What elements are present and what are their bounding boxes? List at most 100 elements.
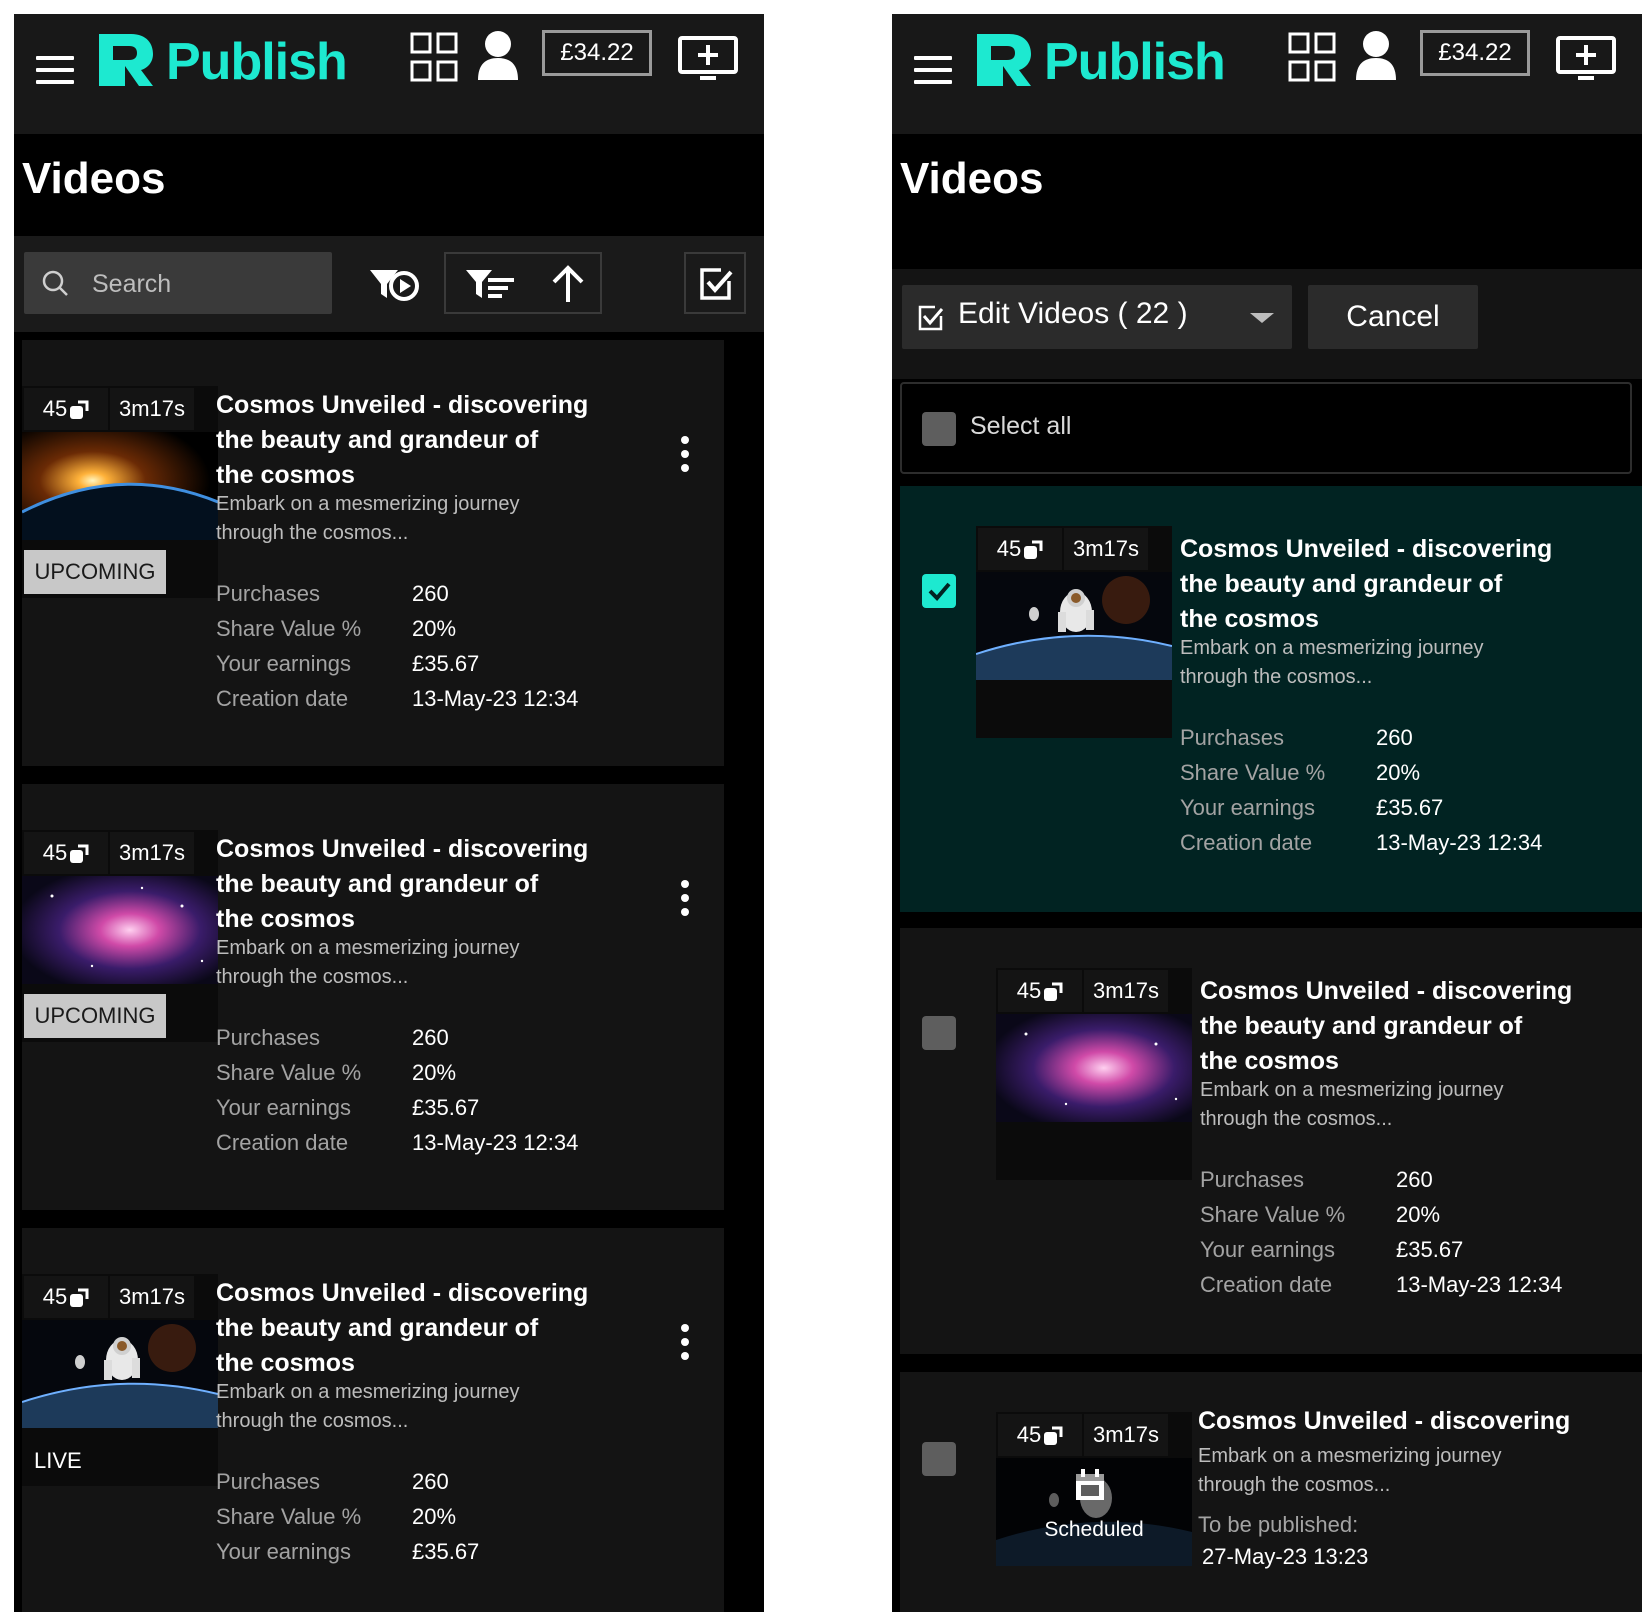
share-icon <box>1044 1426 1063 1446</box>
logo-text: Publish <box>166 33 348 91</box>
sort-filter-icon[interactable] <box>464 268 516 300</box>
sort-controls <box>444 252 602 314</box>
duration: 3m17s <box>110 832 194 874</box>
select-mode-button[interactable] <box>684 252 746 314</box>
edit-toolbar: Edit Videos ( 22 ) Cancel <box>892 269 1642 379</box>
hamburger-icon[interactable] <box>36 56 74 84</box>
video-stats: Purchases 260 Share Value % 20% Your earni… <box>1180 725 1543 855</box>
add-screen-icon[interactable] <box>1556 36 1616 82</box>
share-count: 45 <box>998 970 1082 1012</box>
search-box[interactable] <box>24 252 332 314</box>
video-card[interactable]: 45 3m17s Cosmos Unveiled - discovering th… <box>900 928 1642 1354</box>
duration: 3m17s <box>1064 528 1148 570</box>
user-icon[interactable] <box>476 30 520 82</box>
kebab-icon[interactable] <box>679 880 691 918</box>
video-description: Embark on a mesmerizing journey through t… <box>216 937 520 988</box>
calendar-icon <box>1076 1469 1104 1500</box>
logo-icon <box>977 34 1031 86</box>
edit-videos-label: Edit Videos ( 22 ) <box>958 297 1188 330</box>
scheduled-overlay: Scheduled <box>996 1458 1192 1566</box>
video-card-selected[interactable]: 45 3m17s Cosmos Unveiled - discovering t… <box>900 486 1642 912</box>
share-icon <box>1044 982 1063 1002</box>
balance-display[interactable]: £34.22 <box>542 30 652 76</box>
status-badge: LIVE <box>34 1448 82 1473</box>
share-count: 45 <box>978 528 1062 570</box>
cancel-button[interactable]: Cancel <box>1308 285 1478 349</box>
publish-date: 27-May-23 13:23 <box>1202 1544 1369 1569</box>
select-all-label: Select all <box>970 412 1072 440</box>
video-stats: Purchases 260 Share Value % 20% Your earni… <box>216 1469 480 1564</box>
share-icon <box>70 400 89 420</box>
video-toolbar <box>14 236 764 332</box>
duration: 3m17s <box>1084 970 1168 1012</box>
share-icon <box>70 844 89 864</box>
select-all-row[interactable]: Select all <box>900 382 1632 474</box>
video-stats: Purchases 260 Share Value % 20% Your earni… <box>216 1025 579 1155</box>
status-badge: UPCOMING <box>24 550 166 594</box>
app-header: Publish £34.22 <box>14 14 764 134</box>
share-count: 45 <box>998 1414 1082 1456</box>
share-count: 45 <box>24 832 108 874</box>
video-description: Embark on a mesmerizing journey through t… <box>1200 1079 1504 1130</box>
balance-display[interactable]: £34.22 <box>1420 30 1530 76</box>
left-screen: Publish £34.22 Videos Search 45 3m17s UP… <box>14 14 764 1612</box>
duration: 3m17s <box>110 1276 194 1318</box>
checkbox-icon <box>918 305 944 331</box>
select-all-checkbox[interactable] <box>922 412 956 446</box>
video-card[interactable]: 45 3m17s UPCOMING Cosmos Unveiled - disc… <box>22 784 724 1210</box>
video-checkbox[interactable] <box>922 1442 956 1476</box>
grid-icon[interactable] <box>410 32 458 82</box>
share-icon <box>1024 540 1043 560</box>
video-checkbox[interactable] <box>922 574 956 608</box>
thumbnail-astronaut-earth <box>976 572 1172 680</box>
duration: 3m17s <box>1084 1414 1168 1456</box>
logo-text: Publish <box>1044 33 1226 91</box>
right-screen: Publish £34.22 Videos Edit Videos ( 22 ) <box>892 14 1642 1612</box>
edit-videos-dropdown[interactable]: Edit Videos ( 22 ) <box>902 285 1292 349</box>
duration: 3m17s <box>110 388 194 430</box>
kebab-icon[interactable] <box>679 436 691 474</box>
share-icon <box>70 1288 89 1308</box>
thumbnail-nebula <box>996 1014 1192 1122</box>
scheduled-label: Scheduled <box>1044 1518 1144 1541</box>
grid-icon[interactable] <box>1288 32 1336 82</box>
status-badge: UPCOMING <box>24 994 166 1038</box>
video-stats: Purchases 260 Share Value % 20% Your earni… <box>1200 1167 1563 1297</box>
video-card[interactable]: 45 3m17s Scheduled Cosmos Unveiled - dis… <box>900 1372 1642 1612</box>
check-icon <box>928 582 951 601</box>
video-card[interactable]: 45 3m17s LIVE Cosmos Unveiled - discover… <box>22 1228 724 1612</box>
checkbox-icon <box>700 268 733 300</box>
filter-play-icon[interactable] <box>368 264 420 304</box>
app-header: Publish £34.22 <box>892 14 1642 134</box>
video-stats: Purchases 260 Share Value % 20% Your earni… <box>216 581 579 711</box>
kebab-icon[interactable] <box>679 1324 691 1362</box>
logo-icon <box>99 34 153 86</box>
page-title: Videos <box>900 154 1044 203</box>
hamburger-icon[interactable] <box>914 56 952 84</box>
arrow-up-icon[interactable] <box>550 264 586 304</box>
video-title: Cosmos Unveiled - discovering <box>1198 1407 1571 1435</box>
video-title: Cosmos Unveiled - discovering the beauty … <box>216 835 589 933</box>
search-icon <box>42 270 68 296</box>
video-description: Embark on a mesmerizing journey through t… <box>1198 1445 1502 1496</box>
video-title: Cosmos Unveiled - discovering the beauty … <box>1200 977 1573 1075</box>
share-count: 45 <box>24 388 108 430</box>
publish-label: To be published: <box>1198 1512 1359 1537</box>
video-description: Embark on a mesmerizing journey through t… <box>1180 637 1484 688</box>
video-description: Embark on a mesmerizing journey through t… <box>216 1381 520 1432</box>
video-description: Embark on a mesmerizing journey through t… <box>216 493 520 544</box>
video-card[interactable]: 45 3m17s UPCOMING Cosmos Unveiled - disc… <box>22 340 724 766</box>
video-title: Cosmos Unveiled - discovering the beauty … <box>1180 535 1553 633</box>
page-title: Videos <box>22 154 166 203</box>
thumbnail-sunrise-earth <box>22 432 218 540</box>
chevron-down-icon <box>1250 313 1274 323</box>
search-input[interactable] <box>90 264 314 304</box>
video-title: Cosmos Unveiled - discovering the beauty … <box>216 391 589 489</box>
share-count: 45 <box>24 1276 108 1318</box>
thumbnail-astronaut-earth <box>22 1320 218 1428</box>
thumbnail-nebula <box>22 876 218 984</box>
add-screen-icon[interactable] <box>678 36 738 82</box>
video-title: Cosmos Unveiled - discovering the beauty … <box>216 1279 589 1377</box>
video-checkbox[interactable] <box>922 1016 956 1050</box>
user-icon[interactable] <box>1354 30 1398 82</box>
